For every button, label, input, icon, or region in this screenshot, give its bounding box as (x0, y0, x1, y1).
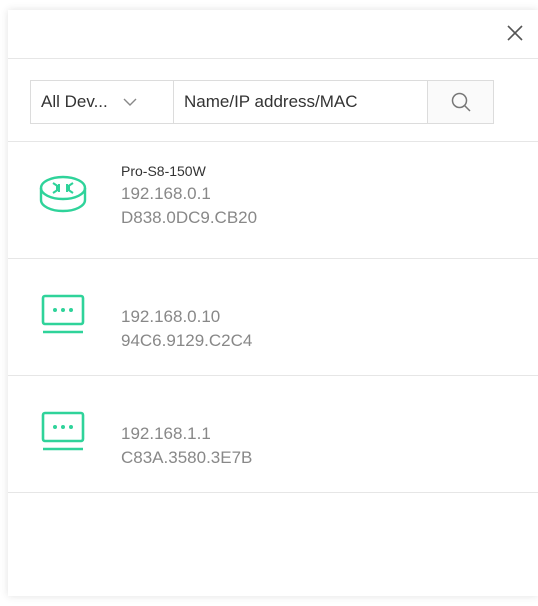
device-list-item[interactable]: 192.168.0.10 94C6.9129.C2C4 (8, 259, 538, 375)
list-divider (8, 492, 538, 493)
search-button[interactable] (427, 81, 493, 123)
device-list: Pro-S8-150W 192.168.0.1 D838.0DC9.CB20 1… (8, 141, 538, 493)
device-list-item[interactable]: 192.168.1.1 C83A.3580.3E7B (8, 376, 538, 492)
close-icon (507, 25, 523, 41)
device-info: Pro-S8-150W 192.168.0.1 D838.0DC9.CB20 (121, 162, 257, 230)
device-search-dialog: All Dev... Name/IP address/MAC Pro-S8-15… (8, 10, 538, 596)
search-input[interactable] (174, 81, 427, 123)
device-ip: 192.168.0.10 (121, 307, 221, 326)
header-divider (8, 58, 538, 59)
device-mac: C83A.3580.3E7B (121, 448, 253, 467)
close-button[interactable] (504, 22, 526, 44)
device-type-select[interactable]: All Dev... (31, 81, 174, 123)
router-icon (38, 169, 88, 219)
device-mac: 94C6.9129.C2C4 (121, 331, 253, 350)
device-info: 192.168.1.1 C83A.3580.3E7B (121, 422, 252, 470)
device-type-select-value: All Dev... (41, 92, 108, 111)
device-info: 192.168.0.10 94C6.9129.C2C4 (121, 305, 252, 353)
search-icon (451, 92, 471, 112)
switch-icon (38, 292, 88, 342)
chevron-down-icon (122, 97, 138, 107)
switch-icon (38, 409, 88, 459)
search-bar: All Dev... (30, 80, 494, 124)
device-mac: D838.0DC9.CB20 (121, 208, 258, 227)
device-ip: 192.168.1.1 (121, 424, 211, 443)
device-list-item[interactable]: Pro-S8-150W 192.168.0.1 D838.0DC9.CB20 (8, 142, 538, 258)
device-name: Pro-S8-150W (121, 163, 206, 179)
device-ip: 192.168.0.1 (121, 184, 211, 203)
